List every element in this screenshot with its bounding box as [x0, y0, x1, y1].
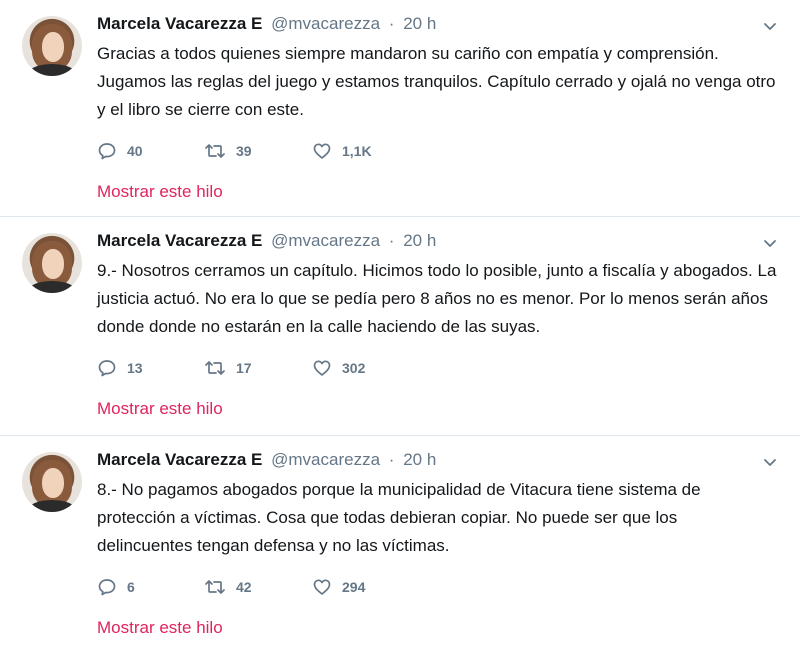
- retweet-button[interactable]: 39: [204, 141, 312, 161]
- chevron-down-icon[interactable]: [762, 454, 778, 470]
- reply-count: 13: [127, 360, 143, 376]
- show-thread-link[interactable]: Mostrar este hilo: [97, 181, 223, 203]
- chevron-down-icon[interactable]: [762, 235, 778, 251]
- retweet-button[interactable]: 42: [204, 577, 312, 597]
- tweet-text: Gracias a todos quienes siempre mandaron…: [97, 44, 776, 119]
- author-handle[interactable]: @mvacarezza: [271, 14, 380, 33]
- timestamp[interactable]: 20 h: [403, 231, 436, 250]
- reply-button[interactable]: 13: [97, 358, 204, 378]
- tweet-text: 8.- No pagamos abogados porque la munici…: [97, 480, 701, 555]
- tweet-header: Marcela Vacarezza E @mvacarezza · 20 h: [97, 13, 436, 35]
- heart-icon: [312, 577, 332, 597]
- chevron-down-icon[interactable]: [762, 18, 778, 34]
- heart-icon: [312, 358, 332, 378]
- tweet-actions: 40 39 1,1K: [97, 138, 422, 164]
- separator-dot: ·: [388, 231, 395, 250]
- author-name[interactable]: Marcela Vacarezza E: [97, 14, 262, 33]
- separator-dot: ·: [388, 450, 395, 469]
- author-name[interactable]: Marcela Vacarezza E: [97, 450, 262, 469]
- reply-count: 6: [127, 579, 135, 595]
- reply-icon: [97, 141, 117, 161]
- author-handle[interactable]: @mvacarezza: [271, 231, 380, 250]
- retweet-count: 17: [236, 360, 252, 376]
- avatar[interactable]: [22, 233, 82, 293]
- like-count: 302: [342, 360, 366, 376]
- tweet[interactable]: Marcela Vacarezza E @mvacarezza · 20 h 8…: [0, 436, 800, 651]
- reply-icon: [97, 358, 117, 378]
- avatar[interactable]: [22, 16, 82, 76]
- separator-dot: ·: [388, 14, 395, 33]
- retweet-count: 39: [236, 143, 252, 159]
- like-button[interactable]: 302: [312, 358, 422, 378]
- show-thread-link[interactable]: Mostrar este hilo: [97, 398, 223, 420]
- reply-button[interactable]: 40: [97, 141, 204, 161]
- tweet-text: 9.- Nosotros cerramos un capítulo. Hicim…: [97, 261, 777, 336]
- retweet-icon: [204, 358, 226, 378]
- avatar[interactable]: [22, 452, 82, 512]
- heart-icon: [312, 141, 332, 161]
- tweet[interactable]: Marcela Vacarezza E @mvacarezza · 20 h G…: [0, 0, 800, 217]
- tweet-header: Marcela Vacarezza E @mvacarezza · 20 h: [97, 449, 436, 471]
- timestamp[interactable]: 20 h: [403, 450, 436, 469]
- reply-button[interactable]: 6: [97, 577, 204, 597]
- retweet-button[interactable]: 17: [204, 358, 312, 378]
- retweet-icon: [204, 141, 226, 161]
- like-count: 1,1K: [342, 143, 372, 159]
- like-button[interactable]: 1,1K: [312, 141, 422, 161]
- tweet-timeline: Marcela Vacarezza E @mvacarezza · 20 h G…: [0, 0, 800, 651]
- reply-icon: [97, 577, 117, 597]
- tweet-actions: 13 17 302: [97, 355, 422, 381]
- reply-count: 40: [127, 143, 143, 159]
- tweet-header: Marcela Vacarezza E @mvacarezza · 20 h: [97, 230, 436, 252]
- author-handle[interactable]: @mvacarezza: [271, 450, 380, 469]
- tweet-actions: 6 42 294: [97, 574, 422, 600]
- retweet-count: 42: [236, 579, 252, 595]
- like-count: 294: [342, 579, 366, 595]
- author-name[interactable]: Marcela Vacarezza E: [97, 231, 262, 250]
- retweet-icon: [204, 577, 226, 597]
- tweet[interactable]: Marcela Vacarezza E @mvacarezza · 20 h 9…: [0, 217, 800, 436]
- show-thread-link[interactable]: Mostrar este hilo: [97, 617, 223, 639]
- like-button[interactable]: 294: [312, 577, 422, 597]
- timestamp[interactable]: 20 h: [403, 14, 436, 33]
